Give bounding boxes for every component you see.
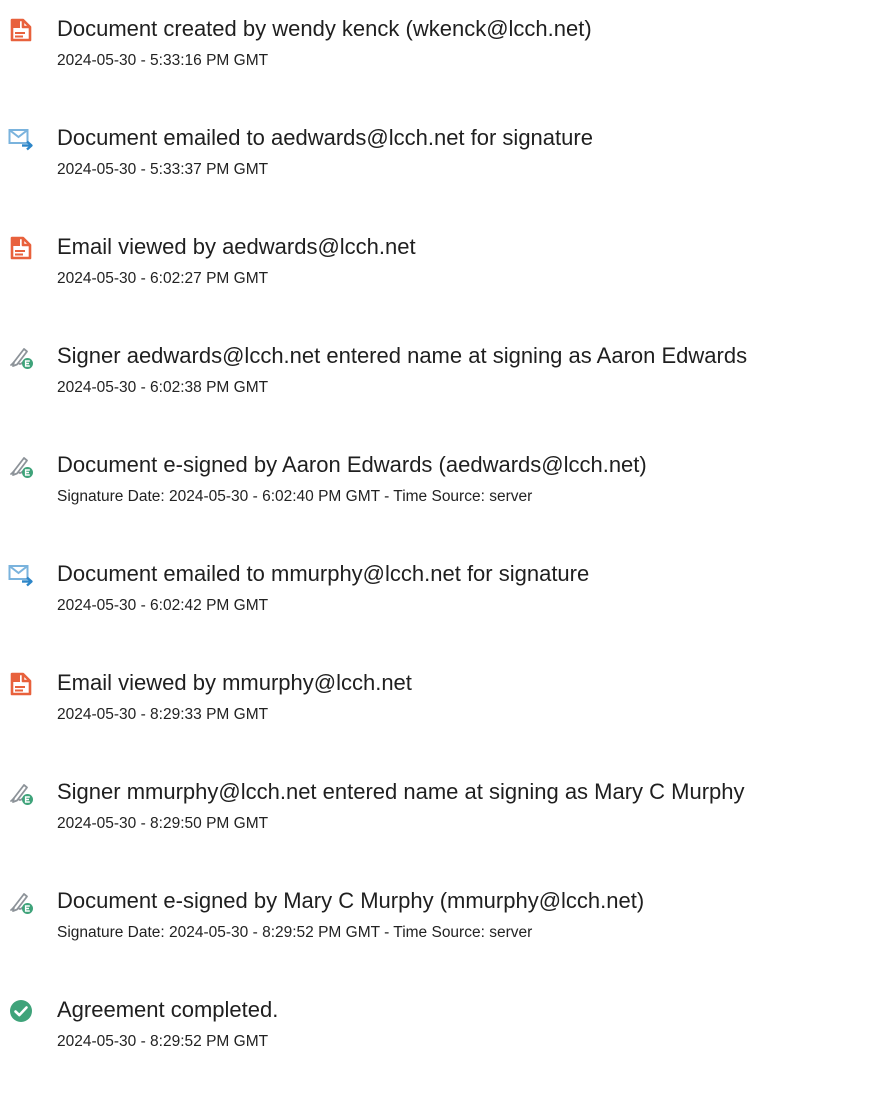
event-title: Email viewed by mmurphy@lcch.net [57,670,412,695]
event-timestamp: 2024-05-30 - 5:33:37 PM GMT [57,161,269,178]
email-sent-icon [8,126,34,152]
e-sign-pen-icon [8,453,34,479]
e-sign-pen-icon [8,780,34,806]
event-title: Document emailed to aedwards@lcch.net fo… [57,125,593,150]
event-timestamp: 2024-05-30 - 6:02:42 PM GMT [57,597,269,614]
document-icon [8,17,34,43]
event-timestamp: 2024-05-30 - 5:33:16 PM GMT [57,52,269,69]
email-sent-icon [8,562,34,588]
event-title: Agreement completed. [57,997,279,1022]
event-signature-date: Signature Date: 2024-05-30 - 8:29:52 PM … [57,924,533,941]
check-circle-icon [8,998,34,1024]
e-sign-pen-icon [8,344,34,370]
event-timestamp: 2024-05-30 - 8:29:52 PM GMT [57,1033,269,1050]
event-title: Email viewed by aedwards@lcch.net [57,234,416,259]
document-icon [8,235,34,261]
e-sign-pen-icon [8,889,34,915]
event-title: Document created by wendy kenck (wkenck@… [57,16,592,41]
event-timestamp: 2024-05-30 - 8:29:33 PM GMT [57,706,269,723]
document-icon [8,671,34,697]
event-title: Signer aedwards@lcch.net entered name at… [57,343,748,368]
event-title: Signer mmurphy@lcch.net entered name at … [57,779,745,804]
event-timestamp: 2024-05-30 - 6:02:27 PM GMT [57,270,269,287]
event-title: Document emailed to mmurphy@lcch.net for… [57,561,590,586]
event-signature-date: Signature Date: 2024-05-30 - 6:02:40 PM … [57,488,533,505]
event-timestamp: 2024-05-30 - 6:02:38 PM GMT [57,379,269,396]
event-title: Document e-signed by Aaron Edwards (aedw… [57,452,647,477]
event-timestamp: 2024-05-30 - 8:29:50 PM GMT [57,815,269,832]
event-title: Document e-signed by Mary C Murphy (mmur… [57,888,645,913]
